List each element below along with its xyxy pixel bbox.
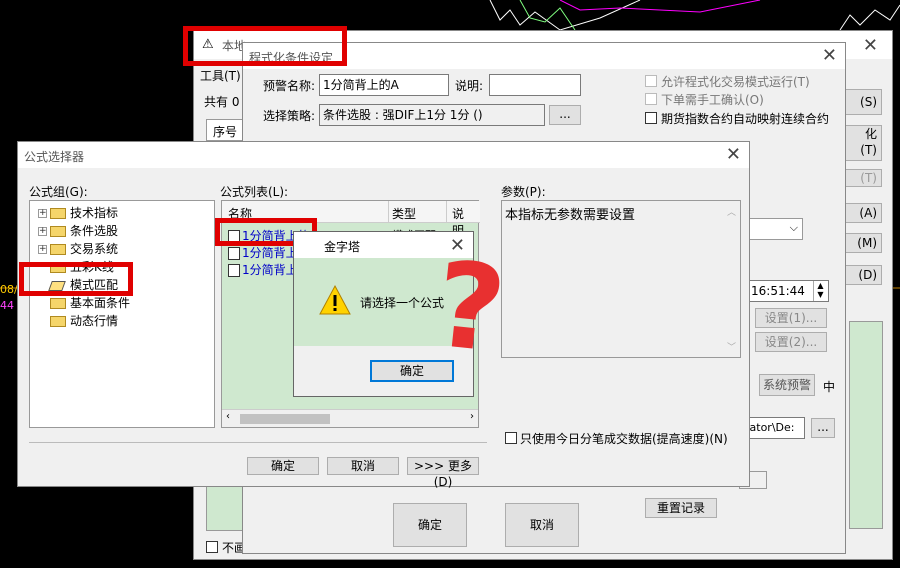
opt2-label: 下单需手工确认(O) [661,93,764,107]
expand-icon[interactable]: + [38,209,47,218]
scroll-left-icon[interactable]: ‹ [226,411,230,422]
path-browse-button[interactable]: ... [811,418,835,438]
horizontal-scrollbar[interactable]: ‹ › [222,409,478,427]
param-box: 本指标无参数需要设置 ︿ ﹀ [501,200,741,358]
highlight-box-title [183,26,347,66]
divider [29,442,487,443]
formula-ok-button[interactable]: 确定 [247,457,319,475]
param-text: 本指标无参数需要设置 [505,208,636,223]
scroll-right-icon[interactable]: › [470,411,474,422]
chart-tick-label: 08/ [0,283,18,296]
bg-right-panel [849,321,883,529]
bg-checkbox[interactable] [206,541,218,553]
strategy-label: 选择策略: [263,109,316,123]
strategy-browse-button[interactable]: ... [549,105,581,125]
close-icon[interactable]: ✕ [726,144,741,165]
opt1-label: 允许程式化交易模式运行(T) [661,75,810,89]
desc-input[interactable] [489,74,581,96]
tree-item-tech[interactable]: + 技术指标 [38,204,118,221]
folder-icon [50,208,66,219]
opt3-checkbox[interactable] [645,112,657,124]
opt3-label: 期货指数合约自动映射连续合约 [661,112,830,126]
scroll-thumb[interactable] [240,414,330,424]
count-text: 共有 0 [204,95,240,109]
menu-tool[interactable]: 工具(T) [200,67,241,84]
mid-char: 中 [823,380,836,394]
document-icon [228,264,240,277]
col-desc-header[interactable]: 说明 [446,201,480,238]
close-icon[interactable]: ✕ [822,45,837,66]
folder-icon [50,226,66,237]
tree-item-fundamental[interactable]: 基本面条件 [50,294,130,311]
tree-item-dynamic[interactable]: 动态行情 [50,312,118,329]
scroll-up-icon[interactable]: ︿ [727,205,736,218]
tree-item-trade[interactable]: + 交易系统 [38,240,118,257]
chevron-down-icon: ⌵ [789,221,798,234]
main-cancel-button[interactable]: 取消 [505,503,579,547]
tree-item-stock[interactable]: + 条件选股 [38,222,118,239]
alert-name-input[interactable]: 1分简背上的A [319,74,449,96]
path-input[interactable]: rator\De: [741,417,805,439]
highlight-box-pattern [19,262,133,296]
sys-alert-button[interactable]: 系统预警 [759,374,815,396]
folder-icon [50,298,66,309]
formula-dialog-title: 公式选择器 [24,150,85,164]
alert-name-label: 预警名称: [263,79,316,93]
expand-icon[interactable]: + [38,227,47,236]
document-icon [228,247,240,260]
msgbox-message: 请选择一个公式 [360,296,445,310]
warning-icon [319,284,351,315]
expand-icon[interactable]: + [38,245,47,254]
formula-cancel-button[interactable]: 取消 [327,457,399,475]
close-icon[interactable]: ✕ [863,35,878,56]
param-label: 参数(P): [501,185,546,199]
setting2-button[interactable]: 设置(2)... [755,332,827,352]
chart-tick-label-2: 44 [0,299,14,312]
main-ok-button[interactable]: 确定 [393,503,467,547]
col-type-header[interactable]: 类型 [388,201,446,223]
formula-row[interactable]: 1分简背上 [228,261,298,278]
desc-label: 说明: [455,79,484,93]
folder-icon [50,244,66,255]
scroll-down-icon[interactable]: ﹀ [727,340,736,353]
question-annotation: ? [428,234,512,380]
use-tick-checkbox[interactable] [505,432,517,444]
msgbox-title: 金字塔 [324,240,361,254]
formula-row[interactable]: 1分简背上 [228,244,298,261]
reset-button[interactable]: 重置记录 [645,498,717,518]
more-button[interactable]: >>> 更多(D) [407,457,479,489]
list-label: 公式列表(L): [220,185,289,199]
opt1-checkbox[interactable] [645,75,657,87]
group-label: 公式组(G): [29,185,88,199]
opt2-checkbox[interactable] [645,93,657,105]
setting1-button[interactable]: 设置(1)... [755,308,827,328]
col-seq-header: 序号 [206,119,246,141]
time-spinner[interactable]: ▲ ▼ [813,281,827,301]
folder-icon [50,316,66,327]
use-tick-label: 只使用今日分笔成交数据(提高速度)(N) [520,432,728,446]
strategy-input[interactable]: 条件选股 : 强DIF上1分 1分 () [319,104,545,126]
group-tree[interactable]: + 技术指标 + 条件选股 + 交易系统 五彩K线 模式匹配 基本面条件 动态行情 [29,200,215,428]
